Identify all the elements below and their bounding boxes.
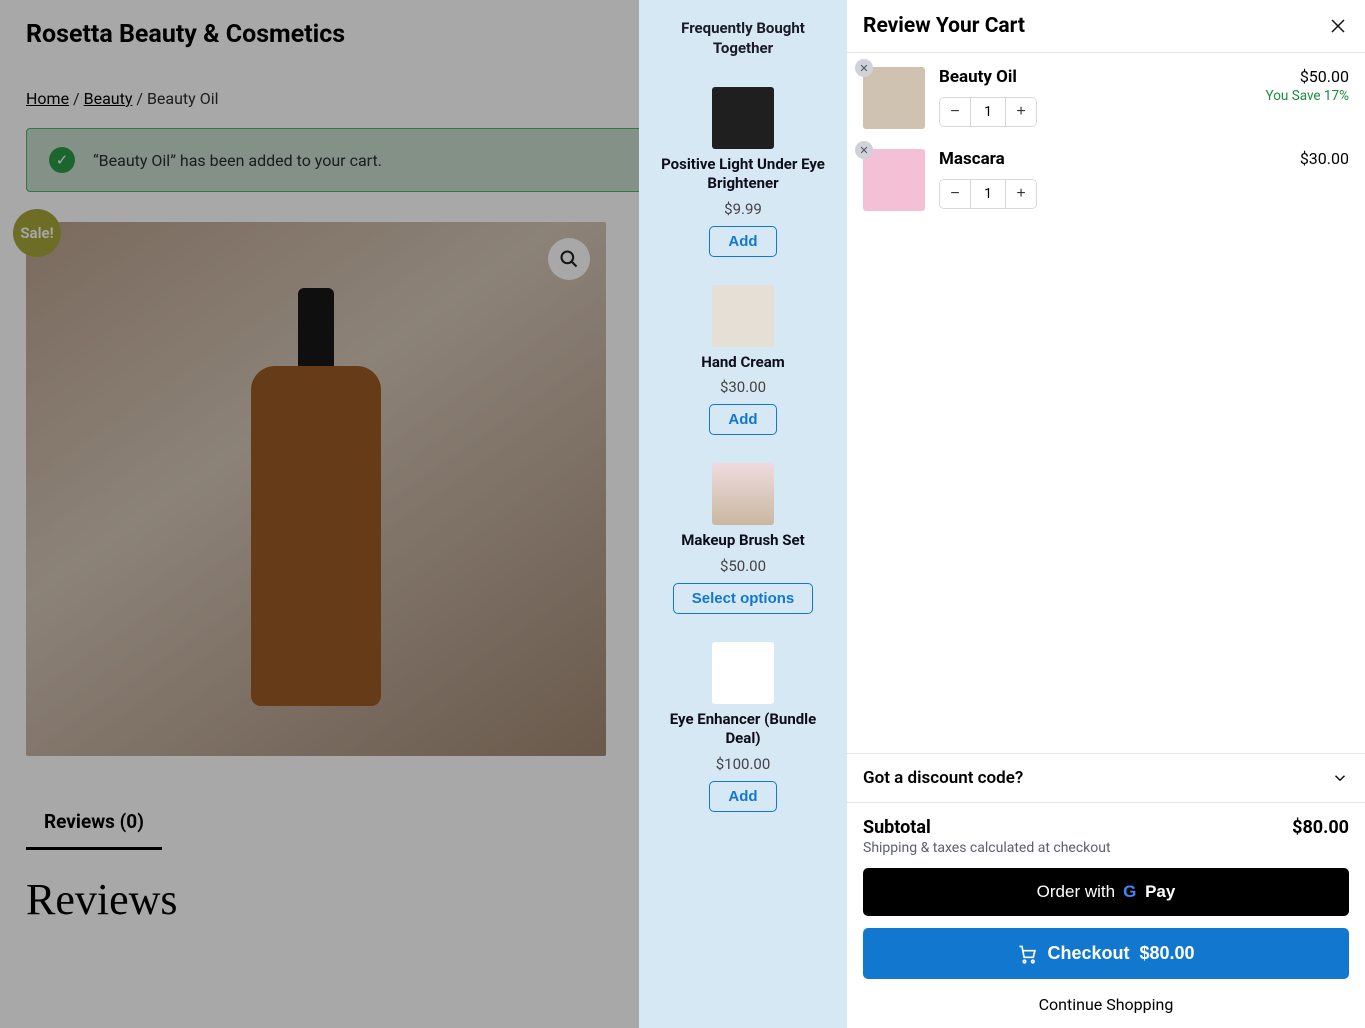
cart-items: ✕ Beauty Oil − 1 + $50.00 You Save 17%	[847, 53, 1365, 753]
fbt-thumb	[712, 642, 774, 704]
checkout-total: $80.00	[1139, 943, 1194, 964]
remove-item-button[interactable]: ✕	[855, 59, 873, 77]
qty-increment-button[interactable]: +	[1006, 180, 1036, 208]
fbt-price: $9.99	[724, 200, 762, 218]
cart-item-price: $30.00	[1300, 149, 1349, 168]
cart-title: Review Your Cart	[863, 14, 1025, 38]
fbt-add-button[interactable]: Add	[709, 226, 776, 257]
quantity-stepper: − 1 +	[939, 179, 1037, 209]
cart-header: Review Your Cart	[847, 0, 1365, 53]
subtotal-value: $80.00	[1292, 817, 1349, 838]
fbt-name: Eye Enhancer (Bundle Deal)	[653, 710, 833, 749]
fbt-title: Frequently Bought Together	[653, 18, 833, 59]
checkout-button[interactable]: Checkout $80.00	[863, 928, 1349, 979]
discount-code-toggle[interactable]: Got a discount code?	[847, 754, 1365, 803]
subtotal-label: Subtotal	[863, 817, 931, 838]
close-icon	[1329, 17, 1347, 35]
fbt-select-options-button[interactable]: Select options	[673, 583, 814, 614]
shipping-note: Shipping & taxes calculated at checkout	[847, 840, 1365, 868]
qty-value: 1	[970, 98, 1006, 126]
qty-increment-button[interactable]: +	[1006, 98, 1036, 126]
checkout-label: Checkout	[1047, 943, 1129, 964]
fbt-name: Positive Light Under Eye Brightener	[653, 155, 833, 194]
fbt-item: Positive Light Under Eye Brightener $9.9…	[653, 87, 833, 257]
fbt-thumb	[712, 285, 774, 347]
cart-footer: Got a discount code? Subtotal $80.00 Shi…	[847, 753, 1365, 1028]
cart-item-thumb	[863, 149, 925, 211]
cart-item-save: You Save 17%	[1266, 88, 1349, 104]
fbt-item: Eye Enhancer (Bundle Deal) $100.00 Add	[653, 642, 833, 812]
fbt-price: $30.00	[720, 378, 766, 396]
fbt-add-button[interactable]: Add	[709, 781, 776, 812]
cart-item: ✕ Mascara − 1 + $30.00	[863, 149, 1349, 211]
discount-label: Got a discount code?	[863, 768, 1023, 788]
cart-item-name: Mascara	[939, 149, 1286, 169]
order-with-label: Order with	[1037, 882, 1115, 902]
qty-value: 1	[970, 180, 1006, 208]
frequently-bought-together: Frequently Bought Together Positive Ligh…	[639, 0, 847, 1028]
cart-item: ✕ Beauty Oil − 1 + $50.00 You Save 17%	[863, 67, 1349, 129]
subtotal-row: Subtotal $80.00	[847, 803, 1365, 840]
cart-item-thumb	[863, 67, 925, 129]
quantity-stepper: − 1 +	[939, 97, 1037, 127]
cart-icon	[1017, 944, 1037, 964]
remove-item-button[interactable]: ✕	[855, 141, 873, 159]
fbt-name: Makeup Brush Set	[681, 531, 804, 551]
cart-item-name: Beauty Oil	[939, 67, 1252, 87]
qty-decrement-button[interactable]: −	[940, 98, 970, 126]
continue-shopping-link[interactable]: Continue Shopping	[847, 991, 1365, 1028]
fbt-thumb	[712, 87, 774, 149]
close-button[interactable]	[1329, 17, 1347, 35]
cart-drawer: Frequently Bought Together Positive Ligh…	[639, 0, 1365, 1028]
fbt-add-button[interactable]: Add	[709, 404, 776, 435]
fbt-name: Hand Cream	[701, 353, 785, 373]
cart-item-price: $50.00	[1266, 67, 1349, 86]
chevron-down-icon	[1331, 769, 1349, 787]
fbt-price: $100.00	[716, 755, 771, 773]
gpay-icon: G Pay	[1123, 882, 1175, 902]
fbt-thumb	[712, 463, 774, 525]
order-with-gpay-button[interactable]: Order with G Pay	[863, 868, 1349, 916]
cart-panel: Review Your Cart ✕ Beauty Oil − 1 +	[847, 0, 1365, 1028]
fbt-item: Hand Cream $30.00 Add	[701, 285, 785, 436]
fbt-item: Makeup Brush Set $50.00 Select options	[673, 463, 814, 614]
fbt-price: $50.00	[720, 557, 766, 575]
qty-decrement-button[interactable]: −	[940, 180, 970, 208]
